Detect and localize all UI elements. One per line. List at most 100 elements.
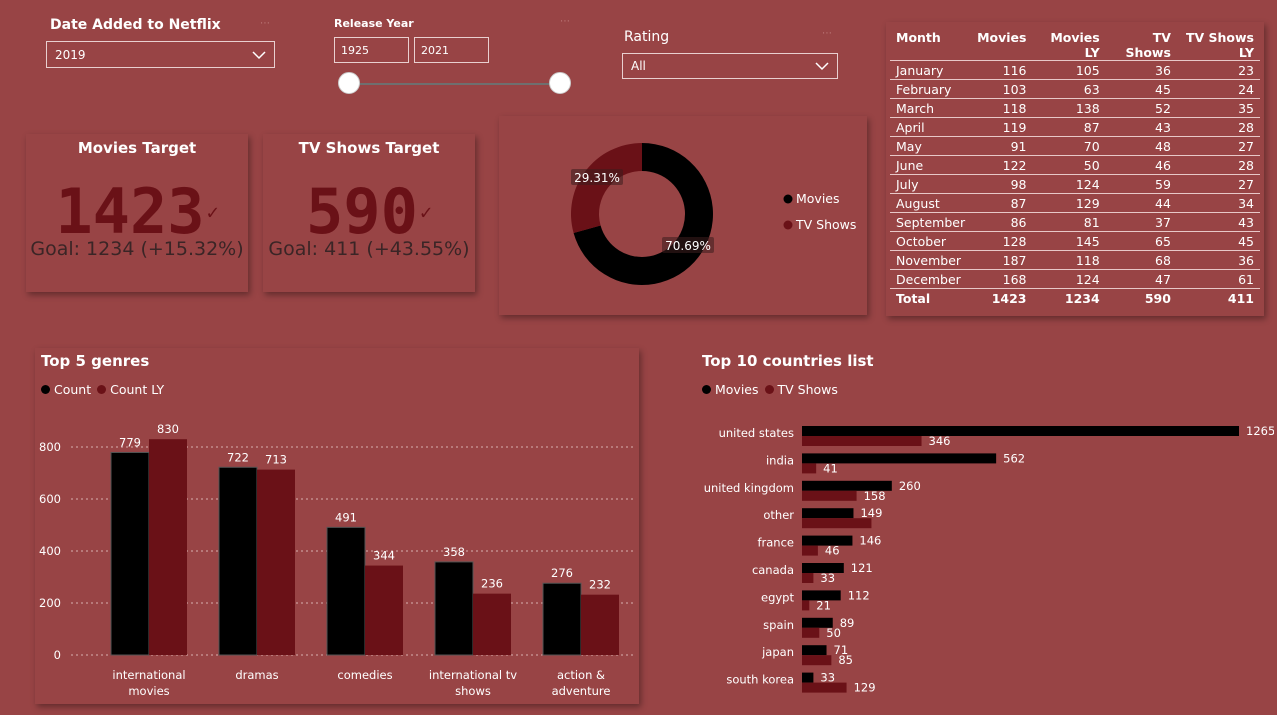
bar-data-label: 713 — [265, 453, 287, 467]
table-row: January 116 105 36 23 — [890, 60, 1260, 80]
table-row: December 168 124 47 61 — [890, 269, 1260, 289]
table-cell: March — [890, 98, 972, 118]
table-cell: 65 — [1105, 231, 1177, 251]
table-header-cell[interactable]: Movies — [971, 26, 1033, 61]
table-row: April 119 87 43 28 — [890, 117, 1260, 137]
table-cell: 116 — [971, 60, 1033, 80]
bar-data-label: 344 — [373, 549, 395, 563]
x-category-label: comedies — [337, 668, 392, 682]
bar-movies[interactable] — [802, 645, 827, 656]
table-total-cell: 411 — [1227, 290, 1254, 306]
bar-data-label: 50 — [826, 626, 841, 640]
y-category-label: spain — [763, 618, 794, 632]
table-header-cell[interactable]: Month — [890, 26, 972, 61]
bar-count-ly[interactable] — [365, 565, 403, 655]
donut-label-tv-shows: 29.31% — [574, 171, 620, 185]
date-added-dropdown[interactable]: 2019 — [46, 41, 275, 68]
rating-slicer-menu-icon[interactable]: ⋯ — [822, 28, 832, 39]
table-cell: 70 — [1032, 136, 1106, 156]
bar-tv-shows[interactable] — [802, 600, 810, 611]
countries-bar-chart: united states 1265 346 india 562 41 united kin… — [704, 424, 1274, 695]
table-cell: 98 — [971, 174, 1033, 194]
table-header-cell[interactable]: TV Shows LY — [1176, 26, 1260, 61]
bar-data-label: 232 — [589, 578, 611, 592]
table-cell: 35 — [1176, 98, 1260, 118]
bar-tv-shows[interactable] — [802, 545, 818, 556]
donut-slice-tv-shows[interactable] — [571, 143, 642, 233]
y-tick-label: 200 — [39, 596, 61, 610]
table-header-cell[interactable]: Movies LY — [1032, 26, 1106, 61]
bar-count[interactable] — [542, 582, 582, 656]
y-category-label: united states — [719, 426, 794, 440]
bar-count[interactable] — [218, 466, 258, 656]
x-category-label: action & — [557, 668, 605, 682]
y-category-label: south korea — [726, 673, 794, 687]
release-slicer-menu-icon[interactable]: ⋯ — [560, 16, 570, 27]
bar-movies[interactable] — [802, 672, 814, 683]
bar-data-label: 158 — [864, 489, 886, 503]
bar-tv-shows[interactable] — [802, 655, 832, 666]
date-added-value: 2019 — [55, 47, 86, 62]
x-category-label: movies — [128, 684, 169, 698]
bar-count[interactable] — [434, 561, 474, 656]
bar-data-label: 85 — [838, 653, 853, 667]
tv-target-goal: Goal: 411 (+43.55%) — [268, 238, 470, 260]
bar-tv-shows[interactable] — [802, 463, 817, 474]
table-cell: 63 — [1032, 79, 1106, 99]
bar-count-ly[interactable] — [149, 439, 187, 655]
bar-count[interactable] — [326, 526, 366, 656]
table-cell: February — [890, 79, 972, 99]
movies-target-goal: Goal: 1234 (+15.32%) — [30, 238, 244, 260]
bar-data-label: 358 — [443, 545, 465, 559]
bar-count-ly[interactable] — [473, 593, 511, 655]
tv-target-card: TV Shows Target 590 ✓ Goal: 411 (+43.55%) — [263, 134, 475, 292]
table-cell: 27 — [1176, 174, 1260, 194]
x-category-label: international tv — [429, 668, 517, 682]
bar-tv-shows[interactable] — [802, 436, 922, 446]
table-cell: 45 — [1105, 79, 1177, 99]
table-cell: 168 — [971, 269, 1033, 289]
table-cell: January — [890, 60, 972, 80]
bar-movies[interactable] — [802, 426, 1239, 436]
table-cell: 81 — [1032, 212, 1106, 232]
bar-data-label: 33 — [820, 671, 835, 685]
countries-card: Top 10 countries list Movies TV Shows un… — [696, 348, 1274, 704]
table-cell: 52 — [1105, 98, 1177, 118]
bar-count[interactable] — [110, 451, 150, 656]
bar-tv-shows[interactable] — [802, 627, 820, 638]
bar-tv-shows[interactable] — [802, 518, 872, 529]
bar-data-label: 830 — [157, 422, 179, 436]
bar-data-label: 129 — [854, 681, 876, 695]
release-slicer-title: Release Year — [334, 17, 414, 30]
release-from-input[interactable]: 1925 — [334, 37, 409, 63]
release-to-input[interactable]: 2021 — [414, 37, 489, 63]
y-tick-label: 800 — [39, 440, 61, 454]
bar-tv-shows[interactable] — [802, 573, 814, 583]
x-category-label: international — [112, 668, 185, 682]
release-slider-handle-end[interactable] — [549, 72, 571, 94]
genres-card: Top 5 genres Count Count LY 0 200 400 600 80… — [35, 348, 639, 704]
bar-tv-shows[interactable] — [802, 682, 847, 693]
table-total-cell: 590 — [1144, 290, 1171, 306]
table-row: August 87 129 44 34 — [890, 193, 1260, 213]
table-cell: 91 — [971, 136, 1033, 156]
table-row: February 103 63 45 24 — [890, 79, 1260, 99]
table-cell: 23 — [1176, 60, 1260, 80]
check-icon: ✓ — [419, 200, 433, 224]
donut-label-movies: 70.69% — [665, 239, 711, 253]
rating-dropdown[interactable]: All — [622, 53, 838, 79]
bar-movies[interactable] — [802, 508, 854, 519]
release-slider-handle-start[interactable] — [338, 72, 360, 94]
bar-count-ly[interactable] — [581, 594, 619, 655]
table-cell: 48 — [1105, 136, 1177, 156]
table-header-cell[interactable]: TV Shows — [1105, 26, 1177, 61]
bar-count-ly[interactable] — [257, 469, 295, 655]
table-row: May 91 70 48 27 — [890, 136, 1260, 156]
table-cell: 119 — [971, 117, 1033, 137]
table-cell: 68 — [1105, 250, 1177, 270]
date-slicer-menu-icon[interactable]: ⋯ — [260, 18, 270, 29]
bar-tv-shows[interactable] — [802, 490, 857, 501]
bar-data-label: 236 — [481, 577, 503, 591]
bar-data-label: 722 — [227, 450, 249, 464]
donut-legend-dot — [783, 194, 793, 204]
